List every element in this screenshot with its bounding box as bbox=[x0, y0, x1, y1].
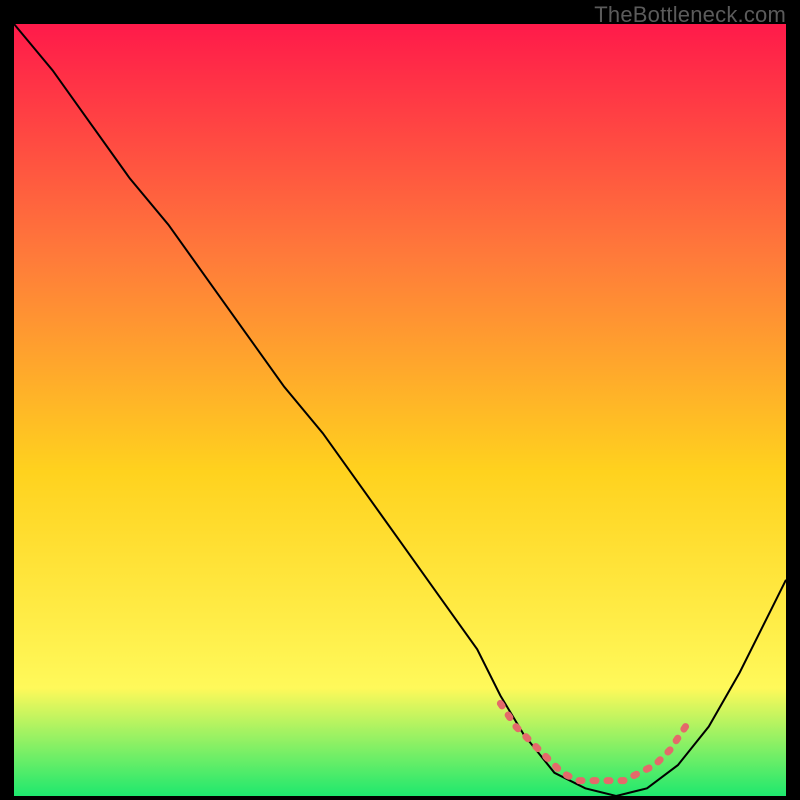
bottleneck-chart bbox=[14, 24, 786, 796]
gradient-background bbox=[14, 24, 786, 796]
chart-svg bbox=[14, 24, 786, 796]
